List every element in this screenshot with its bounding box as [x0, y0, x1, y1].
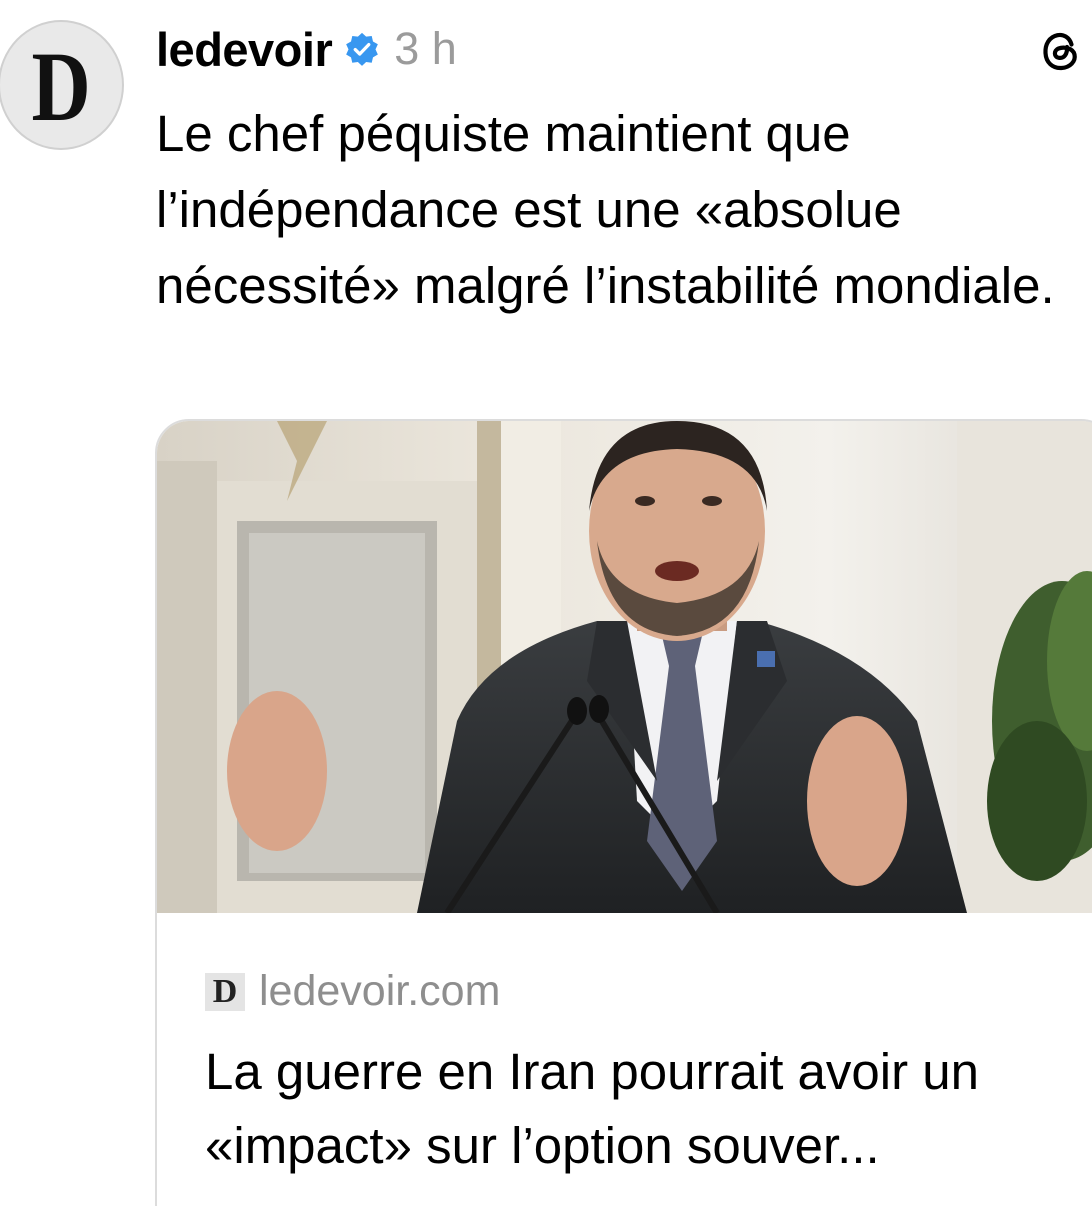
post-timestamp: 3 h — [394, 23, 457, 74]
threads-post: D ledevoir 3 h Le chef péquiste maintien… — [0, 0, 1092, 1206]
post-caption: Le chef péquiste maintient que l’indépen… — [156, 105, 1055, 314]
favicon-letter: D — [212, 972, 238, 1010]
site-favicon-icon: D — [205, 972, 245, 1011]
post-header: ledevoir 3 h — [156, 14, 457, 84]
article-photo[interactable] — [157, 421, 1092, 913]
username[interactable]: ledevoir — [156, 22, 333, 77]
verified-badge-icon — [346, 32, 379, 66]
link-title[interactable]: La guerre en Iran pourrait avoir un «imp… — [205, 1035, 1085, 1183]
avatar[interactable]: D — [0, 20, 124, 150]
link-preview-card[interactable]: D ledevoir.com La guerre en Iran pourrai… — [155, 419, 1092, 1206]
link-domain-row: D ledevoir.com — [205, 967, 500, 1016]
link-domain: ledevoir.com — [259, 967, 501, 1015]
avatar-logo-letter: D — [31, 31, 91, 142]
threads-icon[interactable] — [1036, 26, 1086, 76]
